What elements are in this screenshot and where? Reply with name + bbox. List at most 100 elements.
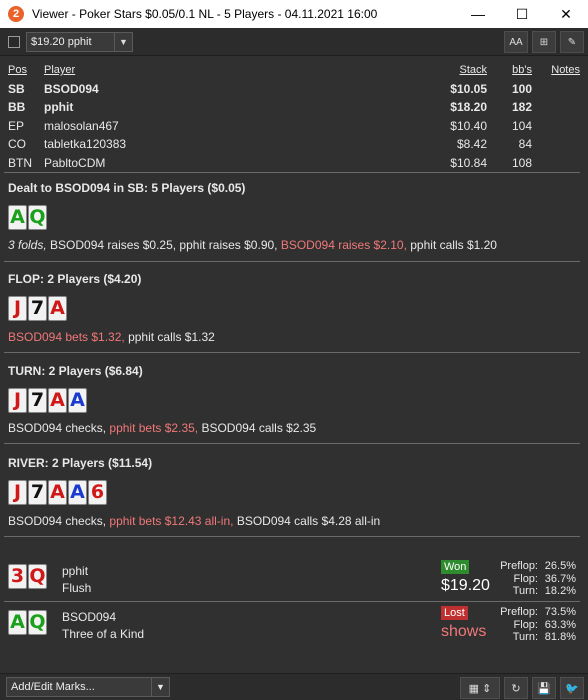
flop-heading: FLOP: 2 Players ($4.20) xyxy=(8,272,142,286)
window-title: Viewer - Poker Stars $0.05/0.1 NL - 5 Pl… xyxy=(32,7,378,21)
position-cell: CO xyxy=(8,137,26,152)
stack-cell: $10.84 xyxy=(450,155,487,170)
save-icon[interactable]: 💾 xyxy=(532,677,556,699)
equity-stat-value: 36.7% xyxy=(544,572,576,585)
action-segment: pphit calls $1.32 xyxy=(128,330,215,344)
app-logo-icon: 2 xyxy=(8,6,24,22)
stack-cell: $18.20 xyxy=(450,100,487,115)
table-row[interactable]: BB pphit $18.20 182 xyxy=(8,98,580,117)
showdown-hole-cards: 3Q xyxy=(8,564,47,589)
stack-cell: $10.05 xyxy=(450,81,487,96)
equity-stat-label: Flop: xyxy=(513,572,538,585)
hand-select-value: $19.20 pphit xyxy=(31,35,92,48)
bbs-column-header[interactable]: bb's xyxy=(487,64,532,76)
equity-stat-row: Turn: 18.2% xyxy=(486,585,576,598)
action-segment: pphit bets $2.35, xyxy=(109,421,202,435)
twitter-icon[interactable]: 🐦 xyxy=(560,677,584,699)
playing-card: Q xyxy=(28,205,47,230)
bbs-cell: 108 xyxy=(511,155,532,170)
pos-column-header[interactable]: Pos xyxy=(8,64,44,76)
calendar-icon[interactable]: ▦ ⇕ xyxy=(460,677,500,699)
flop-actions: BSOD094 bets $1.32, pphit calls $1.32 xyxy=(8,330,215,344)
refresh-icon[interactable]: ↻ xyxy=(504,677,528,699)
player-name-cell: tabletka120383 xyxy=(44,137,127,152)
playing-card: Q xyxy=(28,564,47,589)
player-column-header[interactable]: Player xyxy=(44,64,407,76)
playing-card: J xyxy=(8,388,27,413)
showdown-player-name: BSOD094 xyxy=(62,610,117,624)
table-row[interactable]: BTN PabltoCDM $10.84 108 xyxy=(8,154,580,173)
table-row[interactable]: EP malosolan467 $10.40 104 xyxy=(8,117,580,136)
equity-stat-value: 63.3% xyxy=(544,618,576,631)
position-cell: SB xyxy=(8,81,25,96)
stack-cell: $10.40 xyxy=(450,118,487,133)
equity-stat-value: 81.8% xyxy=(544,631,576,643)
edit-pencil-icon[interactable]: ✎ xyxy=(560,31,584,53)
table-row[interactable]: CO tabletka120383 $8.42 84 xyxy=(8,135,580,154)
close-button[interactable]: ✕ xyxy=(544,0,588,28)
position-cell: EP xyxy=(8,118,25,133)
notes-column-header[interactable]: Notes xyxy=(532,64,580,76)
hero-hole-cards: AQ xyxy=(8,205,47,230)
divider xyxy=(4,536,580,537)
action-segment: BSOD094 calls $2.35 xyxy=(201,421,317,435)
players-table-header: Pos Player Stack bb's Notes xyxy=(8,61,580,80)
equity-stat-value: 18.2% xyxy=(544,585,576,597)
action-segment: pphit bets $12.43 all-in, xyxy=(109,514,237,528)
equity-stat-label: Turn: xyxy=(512,585,538,597)
result-amount: $19.20 xyxy=(441,577,490,594)
minimize-button[interactable]: — xyxy=(456,0,500,28)
grid-icon[interactable]: ⊞ xyxy=(532,31,556,53)
divider xyxy=(4,172,580,173)
equity-stat-row: Turn: 81.8% xyxy=(486,631,576,644)
chevron-down-icon[interactable]: ▼ xyxy=(114,32,132,51)
equity-stat-row: Flop: 63.3% xyxy=(486,619,576,632)
showdown-player-name: pphit xyxy=(62,564,89,578)
turn-actions: BSOD094 checks, pphit bets $2.35, BSOD09… xyxy=(8,421,316,435)
maximize-button[interactable]: ☐ xyxy=(500,0,544,28)
players-table: Pos Player Stack bb's Notes SB BSOD094 $10… xyxy=(8,61,580,172)
table-row[interactable]: SB BSOD094 $10.05 100 xyxy=(8,80,580,99)
equity-stat-label: Turn: xyxy=(512,631,538,643)
equity-stat-row: Preflop: 26.5% xyxy=(486,560,576,573)
select-hand-checkbox[interactable] xyxy=(8,35,20,48)
equity-stat-value: 73.5% xyxy=(544,606,576,618)
playing-card: A xyxy=(48,388,67,413)
bbs-cell: 182 xyxy=(511,100,532,115)
equity-stat-row: Flop: 36.7% xyxy=(486,573,576,586)
playing-card: J xyxy=(8,480,27,505)
river-heading: RIVER: 2 Players ($11.54) xyxy=(8,456,153,470)
action-segment: BSOD094 checks, xyxy=(8,514,110,528)
playing-card: J xyxy=(8,296,27,321)
playing-card: 6 xyxy=(88,480,107,505)
divider xyxy=(4,601,580,602)
turn-heading: TURN: 2 Players ($6.84) xyxy=(8,364,143,378)
result-badge: Lost xyxy=(441,606,468,620)
player-name-cell: malosolan467 xyxy=(44,118,119,133)
playing-card: Q xyxy=(28,610,47,635)
position-cell: BTN xyxy=(8,155,32,170)
marks-dropdown[interactable]: Add/Edit Marks... ▼ xyxy=(6,677,170,697)
hand-select-dropdown[interactable]: $19.20 pphit ▼ xyxy=(26,31,133,52)
action-segment: BSOD094 checks, xyxy=(8,421,110,435)
equity-stats: Preflop: 73.5% Flop: 63.3% Turn: 81.8% xyxy=(486,606,576,644)
bbs-cell: 100 xyxy=(511,81,532,96)
flop-board-cards: J7A xyxy=(8,296,67,321)
chevron-down-icon[interactable]: ▼ xyxy=(151,678,169,696)
bbs-cell: 104 xyxy=(511,118,532,133)
stack-column-header[interactable]: Stack xyxy=(407,64,487,76)
divider xyxy=(4,352,580,353)
player-name-cell: PabltoCDM xyxy=(44,155,106,170)
playing-card: 3 xyxy=(8,564,27,589)
equity-stat-label: Preflop: xyxy=(500,606,538,618)
equity-stat-label: Preflop: xyxy=(500,560,538,572)
font-size-button[interactable]: AA xyxy=(504,31,528,53)
playing-card: 7 xyxy=(28,388,47,413)
playing-card: A xyxy=(8,610,27,635)
river-board-cards: J7AA6 xyxy=(8,480,107,505)
position-cell: BB xyxy=(8,100,26,115)
stack-cell: $8.42 xyxy=(456,137,487,152)
preflop-actions: 3 folds, BSOD094 raises $0.25, pphit rai… xyxy=(8,238,497,252)
player-name-cell: BSOD094 xyxy=(44,81,99,96)
action-segment: BSOD094 raises $0.25, pphit raises $0.90… xyxy=(50,238,281,252)
